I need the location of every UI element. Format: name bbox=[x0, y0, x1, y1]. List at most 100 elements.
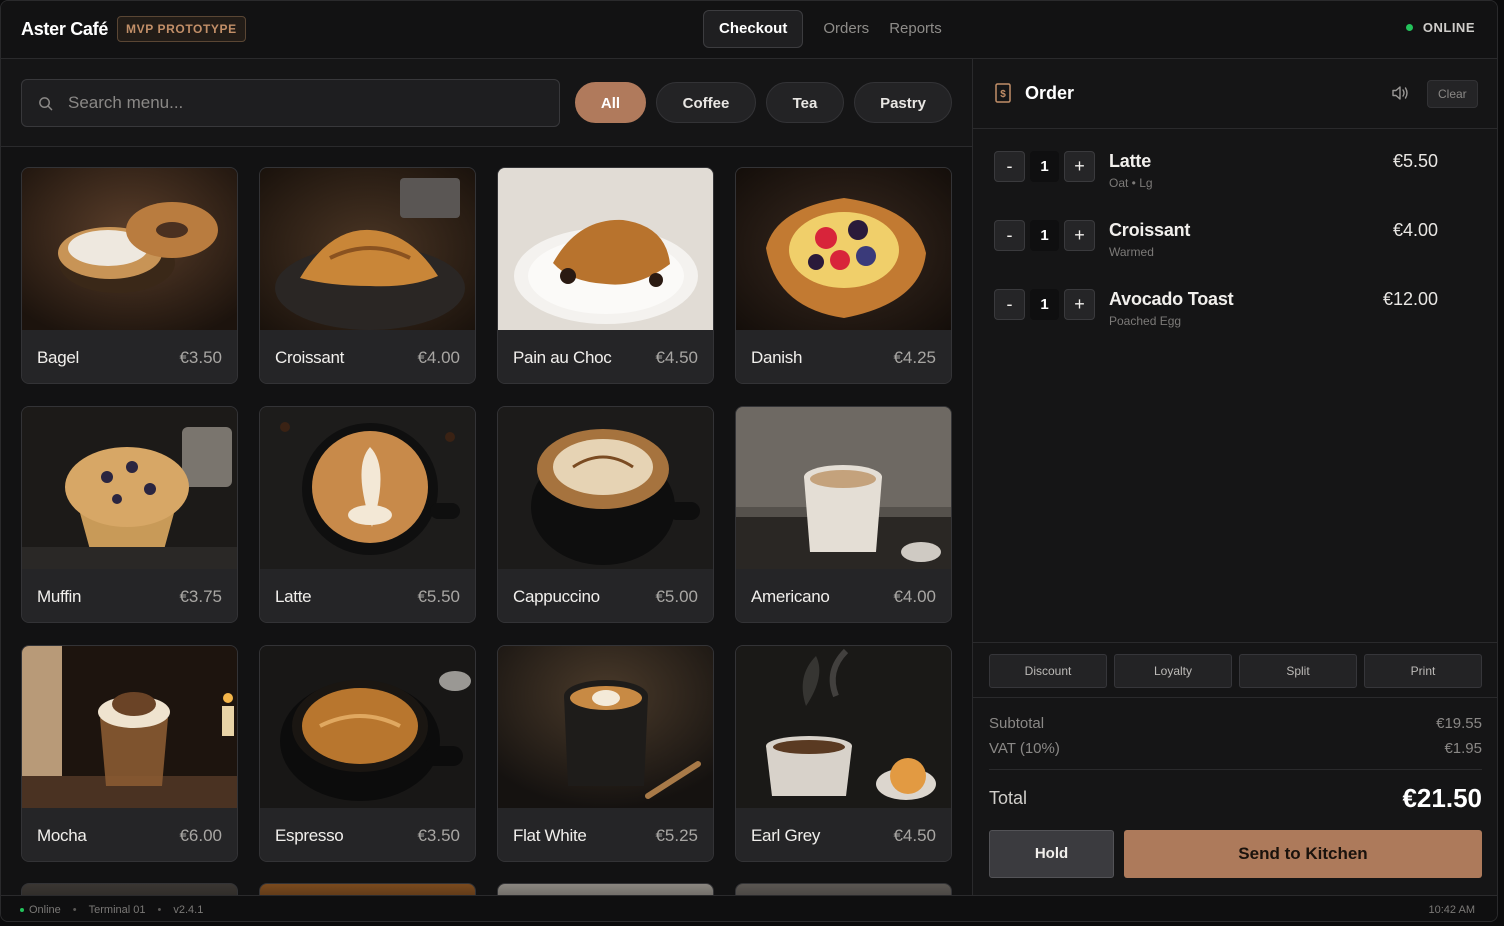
discount-button[interactable]: Discount bbox=[989, 654, 1107, 688]
speaker-icon[interactable] bbox=[1391, 85, 1409, 101]
menu-toolbar: All Coffee Tea Pastry bbox=[1, 59, 972, 147]
receipt-icon: $ bbox=[995, 83, 1011, 103]
menu-item-card[interactable]: Croissant €4.00 bbox=[259, 167, 476, 384]
menu-item-name: Flat White bbox=[513, 825, 587, 845]
mocha-image bbox=[22, 646, 237, 808]
menu-item-card[interactable]: Bagel €3.50 bbox=[21, 167, 238, 384]
main-nav: Checkout Orders Reports bbox=[703, 10, 952, 48]
menu-item-price: €5.25 bbox=[655, 825, 698, 845]
menu-item-name: Mocha bbox=[37, 825, 87, 845]
line-item-price: €5.50 bbox=[1392, 151, 1438, 171]
menu-item-card[interactable]: Earl Grey €4.50 bbox=[735, 645, 952, 862]
flat-white-image bbox=[498, 646, 713, 808]
menu-item-name: Bagel bbox=[37, 347, 79, 367]
earl-grey-image bbox=[736, 646, 951, 808]
footer-version: v2.4.1 bbox=[173, 904, 204, 916]
category-chip-tea[interactable]: Tea bbox=[766, 82, 844, 123]
order-items: - 1 + Latte Oat • Lg €5.50 - 1 + Croissa… bbox=[973, 129, 1497, 336]
menu-item-name: Americano bbox=[751, 586, 830, 606]
category-chip-pastry[interactable]: Pastry bbox=[854, 82, 952, 123]
menu-item-price: €3.50 bbox=[417, 825, 460, 845]
menu-item-card[interactable]: Americano €4.00 bbox=[735, 406, 952, 623]
order-line-item: - 1 + Latte Oat • Lg €5.50 bbox=[973, 129, 1497, 198]
menu-item-name: Pain au Choc bbox=[513, 347, 612, 367]
menu-item-card-partial[interactable] bbox=[259, 883, 476, 895]
muffin-image bbox=[22, 407, 237, 569]
split-button[interactable]: Split bbox=[1239, 654, 1357, 688]
tab-orders[interactable]: Orders bbox=[813, 10, 879, 48]
qty-value: 1 bbox=[1030, 220, 1059, 251]
menu-item-price: €4.50 bbox=[655, 347, 698, 367]
danish-image bbox=[736, 168, 951, 330]
decrease-qty-button[interactable]: - bbox=[994, 151, 1025, 182]
menu-item-card[interactable]: Latte €5.50 bbox=[259, 406, 476, 623]
menu-item-card-partial[interactable] bbox=[497, 883, 714, 895]
search-box bbox=[21, 79, 560, 127]
search-icon bbox=[39, 97, 53, 111]
category-chip-all[interactable]: All bbox=[575, 82, 646, 123]
order-totals: Subtotal €19.55 VAT (10%) €1.95 Total €21.5… bbox=[989, 711, 1482, 816]
total-row: Total €21.50 bbox=[989, 780, 1482, 816]
menu-item-name: Cappuccino bbox=[513, 586, 600, 606]
line-item-price: €12.00 bbox=[1382, 289, 1438, 309]
print-button[interactable]: Print bbox=[1364, 654, 1482, 688]
order-title: Order bbox=[1025, 83, 1075, 103]
menu-item-card[interactable]: Espresso €3.50 bbox=[259, 645, 476, 862]
menu-item-name: Latte bbox=[275, 586, 312, 606]
latte-image bbox=[260, 407, 475, 569]
decrease-qty-button[interactable]: - bbox=[994, 220, 1025, 251]
subtotal-value: €19.55 bbox=[1436, 715, 1482, 732]
loyalty-button[interactable]: Loyalty bbox=[1114, 654, 1232, 688]
order-line-item: - 1 + Croissant Warmed €4.00 bbox=[973, 198, 1497, 267]
vat-label: VAT (10%) bbox=[989, 740, 1060, 757]
menu-item-name: Danish bbox=[751, 347, 803, 367]
category-filters: All Coffee Tea Pastry bbox=[575, 82, 962, 123]
totals-divider bbox=[989, 769, 1482, 770]
vat-value: €1.95 bbox=[1444, 740, 1482, 757]
online-dot-icon bbox=[20, 908, 24, 912]
status-dot-icon bbox=[1405, 24, 1413, 31]
line-item-price: €4.00 bbox=[1392, 220, 1438, 240]
menu-item-card[interactable]: Muffin €3.75 bbox=[21, 406, 238, 623]
increase-qty-button[interactable]: + bbox=[1064, 289, 1095, 320]
search-input[interactable] bbox=[68, 80, 548, 126]
menu-item-card[interactable]: Danish €4.25 bbox=[735, 167, 952, 384]
menu-item-card[interactable]: Cappuccino €5.00 bbox=[497, 406, 714, 623]
menu-item-price: €3.75 bbox=[179, 586, 222, 606]
status-label: ONLINE bbox=[1422, 20, 1475, 35]
menu-item-price: €6.00 bbox=[179, 825, 222, 845]
status-footer: Online • Terminal 01 • v2.4.1 10:42 AM bbox=[1, 895, 1497, 921]
line-item-modifier: Oat • Lg bbox=[1109, 176, 1153, 190]
send-to-kitchen-button[interactable]: Send to Kitchen bbox=[1124, 830, 1482, 878]
order-panel: $ Order Clear - 1 + Latte Oat • Lg €5.50… bbox=[972, 59, 1497, 895]
increase-qty-button[interactable]: + bbox=[1064, 220, 1095, 251]
footer-time: 10:42 AM bbox=[1428, 904, 1475, 916]
qty-value: 1 bbox=[1030, 151, 1059, 182]
tab-checkout[interactable]: Checkout bbox=[703, 10, 804, 48]
menu-item-card[interactable]: Pain au Choc €4.50 bbox=[497, 167, 714, 384]
menu-item-price: €5.50 bbox=[417, 586, 460, 606]
increase-qty-button[interactable]: + bbox=[1064, 151, 1095, 182]
menu-item-card-partial[interactable] bbox=[735, 883, 952, 895]
americano-image bbox=[736, 407, 951, 569]
menu-item-card[interactable]: Flat White €5.25 bbox=[497, 645, 714, 862]
menu-panel: All Coffee Tea Pastry Bagel €3.50 Croissa… bbox=[1, 59, 972, 895]
svg-text:$: $ bbox=[1000, 89, 1006, 100]
menu-item-name: Muffin bbox=[37, 586, 82, 606]
subtotal-row: Subtotal €19.55 bbox=[989, 711, 1482, 736]
menu-item-price: €4.00 bbox=[893, 586, 936, 606]
category-chip-coffee[interactable]: Coffee bbox=[656, 82, 756, 123]
decrease-qty-button[interactable]: - bbox=[994, 289, 1025, 320]
total-label: Total bbox=[989, 787, 1028, 808]
clear-order-button[interactable]: Clear bbox=[1427, 80, 1478, 108]
footer-status: Online bbox=[29, 904, 61, 916]
tab-reports[interactable]: Reports bbox=[879, 10, 952, 48]
total-value: €21.50 bbox=[1402, 782, 1482, 813]
menu-item-card-partial[interactable] bbox=[21, 883, 238, 895]
line-item-modifier: Poached Egg bbox=[1109, 314, 1182, 328]
hold-button[interactable]: Hold bbox=[989, 830, 1114, 878]
footer-left: Online • Terminal 01 • v2.4.1 bbox=[20, 904, 203, 916]
line-item-name: Avocado Toast bbox=[1109, 289, 1234, 309]
menu-item-card[interactable]: Mocha €6.00 bbox=[21, 645, 238, 862]
order-line-item: - 1 + Avocado Toast Poached Egg €12.00 bbox=[973, 267, 1497, 336]
